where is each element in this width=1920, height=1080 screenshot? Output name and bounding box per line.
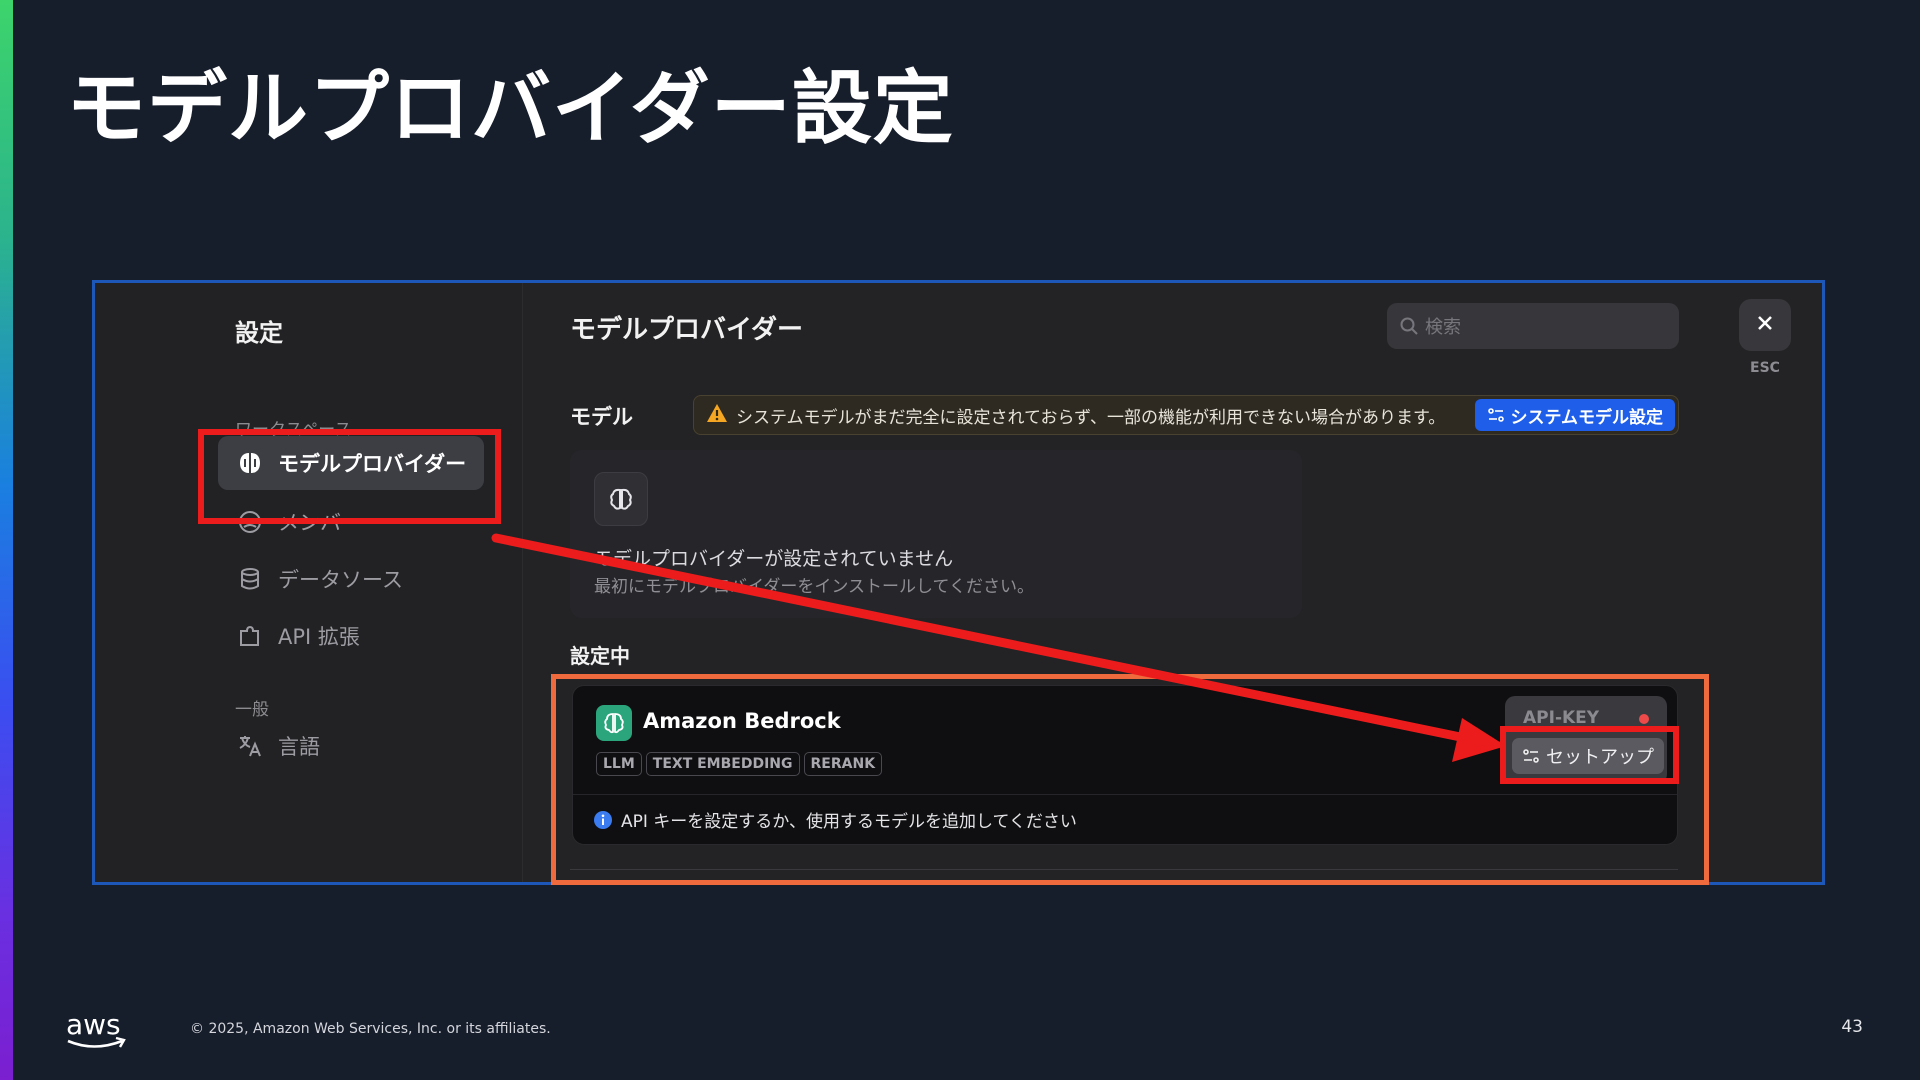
empty-state-description: 最初にモデルプロバイダーをインストールしてください。 <box>594 577 1034 597</box>
sidebar-title: 設定 <box>235 319 283 347</box>
sidebar-item-label: API 拡張 <box>278 625 360 649</box>
highlight-box-model-provider <box>198 429 501 524</box>
slide-title: モデルプロバイダー設定 <box>66 62 954 155</box>
configured-section-label: 設定中 <box>570 644 630 668</box>
general-section-label: 一般 <box>235 700 269 720</box>
translate-icon <box>236 732 264 760</box>
sidebar-item-language[interactable]: 言語 <box>218 719 484 773</box>
search-placeholder: 検索 <box>1425 317 1461 338</box>
sidebar-item-label: データソース <box>278 568 403 592</box>
main-title: モデルプロバイダー <box>570 315 803 345</box>
page-number: 43 <box>1841 1017 1863 1037</box>
warning-text: システムモデルがまだ完全に設定されておらず、一部の機能が利用できない場合がありま… <box>736 407 1446 428</box>
empty-provider-card: モデルプロバイダーが設定されていません 最初にモデルプロバイダーをインストールし… <box>570 450 1302 618</box>
search-icon <box>1399 316 1419 336</box>
settings-sliders-icon <box>1487 406 1505 424</box>
aws-logo: aws <box>64 1008 130 1056</box>
settings-sidebar: 設定 ワークスペース モデルプロバイダー メンバー データソース API 拡張 <box>95 283 523 882</box>
puzzle-icon <box>236 622 264 650</box>
system-model-warning: システムモデルがまだ完全に設定されておらず、一部の機能が利用できない場合がありま… <box>693 395 1679 435</box>
gradient-accent-bar <box>0 0 13 1080</box>
close-icon <box>1755 313 1775 337</box>
sidebar-item-label: 言語 <box>278 735 320 759</box>
sidebar-item-data-source[interactable]: データソース <box>218 552 484 606</box>
esc-hint: ESC <box>1750 360 1780 376</box>
sidebar-item-api-extension[interactable]: API 拡張 <box>218 609 484 663</box>
warning-icon <box>706 403 728 427</box>
copyright-text: © 2025, Amazon Web Services, Inc. or its… <box>190 1021 551 1037</box>
svg-text:aws: aws <box>66 1008 121 1041</box>
empty-state-title: モデルプロバイダーが設定されていません <box>594 548 954 570</box>
search-input[interactable]: 検索 <box>1387 303 1679 349</box>
system-model-button-label: システムモデル設定 <box>1510 407 1664 428</box>
close-button[interactable] <box>1739 299 1791 351</box>
system-model-settings-button[interactable]: システムモデル設定 <box>1474 399 1675 431</box>
model-section-label: モデル <box>570 405 633 429</box>
database-icon <box>236 565 264 593</box>
highlight-box-setup-button <box>1500 726 1679 784</box>
brain-outline-icon <box>594 472 648 526</box>
